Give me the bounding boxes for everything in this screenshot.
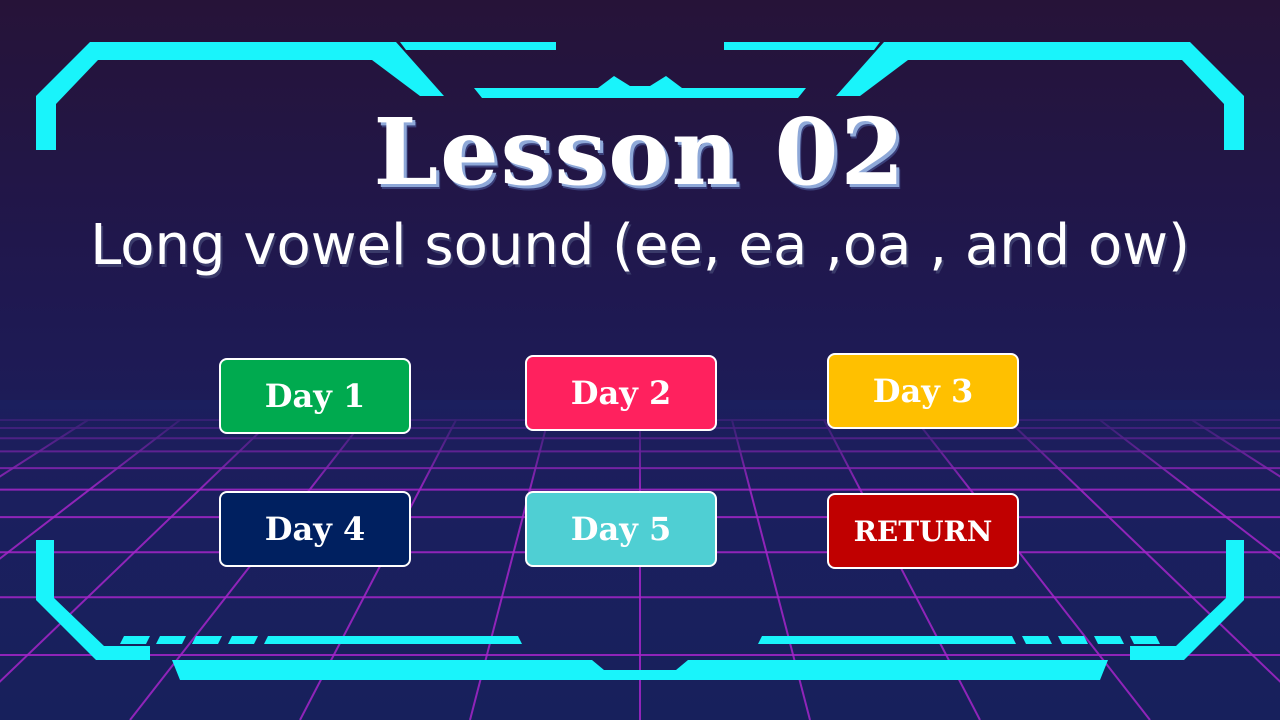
day-5-button[interactable]: Day 5 [525, 491, 717, 567]
day-1-label: Day 1 [264, 377, 366, 415]
day-2-label: Day 2 [570, 374, 672, 412]
return-button[interactable]: RETURN [827, 493, 1019, 569]
day-3-button[interactable]: Day 3 [827, 353, 1019, 429]
day-4-label: Day 4 [264, 510, 366, 548]
day-4-button[interactable]: Day 4 [219, 491, 411, 567]
lesson-subtitle: Long vowel sound (ee, ea ,oa , and ow) [90, 213, 1190, 278]
day-5-label: Day 5 [570, 510, 672, 548]
day-2-button[interactable]: Day 2 [525, 355, 717, 431]
return-label: RETURN [853, 514, 993, 548]
lesson-title: Lesson 02 [373, 98, 907, 206]
day-3-label: Day 3 [872, 372, 974, 410]
day-1-button[interactable]: Day 1 [219, 358, 411, 434]
